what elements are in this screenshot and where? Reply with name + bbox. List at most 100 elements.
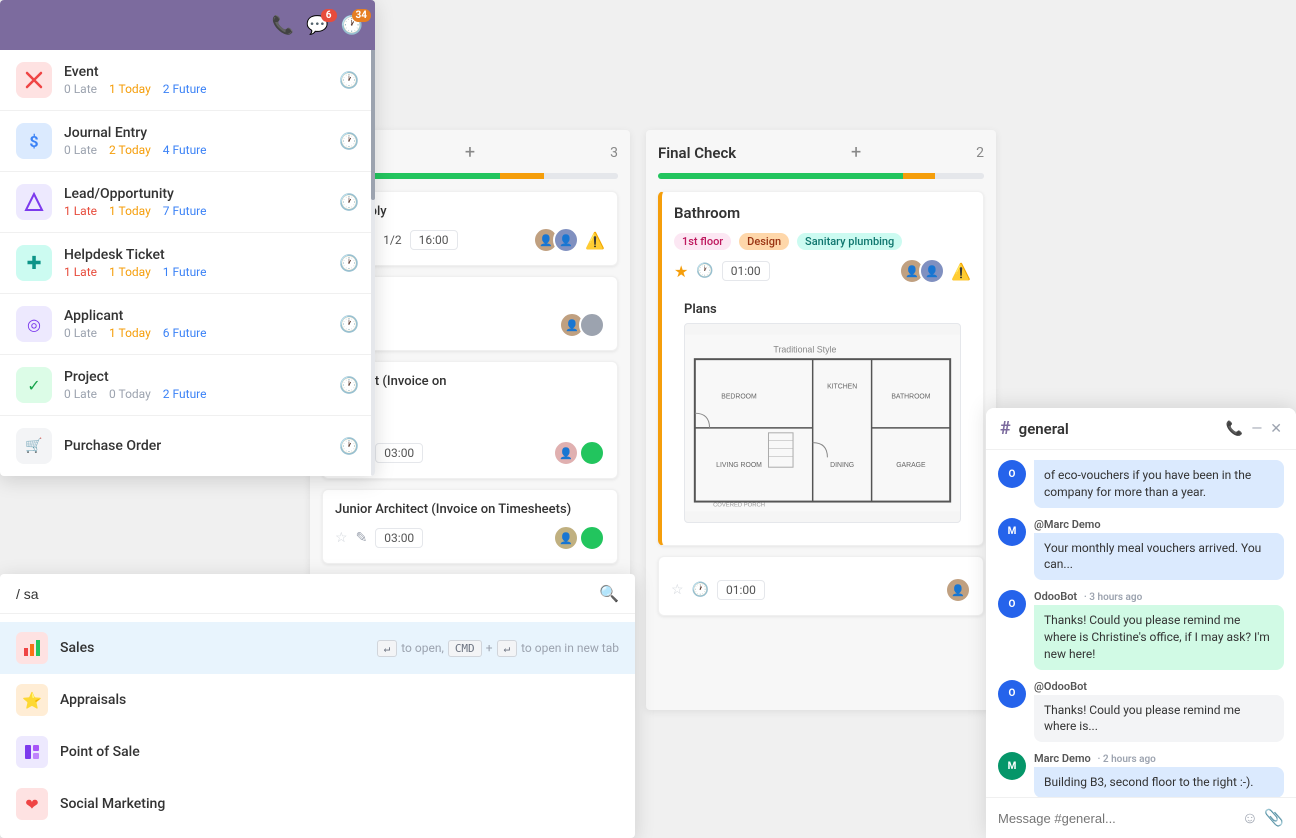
command-result-sales[interactable]: Sales ↵ to open, CMD + ↵ to open in new … [0,622,635,674]
msg1-avatar: O [998,460,1026,488]
command-results: Sales ↵ to open, CMD + ↵ to open in new … [0,614,635,838]
msg5-sender: Marc Demo · 2 hours ago [1034,752,1284,765]
pos-icon [16,736,48,768]
tag-1st-floor: 1st floor [674,233,731,250]
col2-count: 2 [976,145,984,161]
chat-minimize-icon[interactable]: — [1251,421,1262,437]
phone-icon[interactable]: 📞 [272,15,294,36]
chat-msg-3: O OdooBot · 3 hours ago Thanks! Could yo… [998,590,1284,669]
applicant-late: 0 Late [64,326,97,340]
architect1-title: rchitect (Invoice onts) [335,374,605,404]
command-result-appraisals[interactable]: ⭐ Appraisals [0,674,635,726]
floor-plan-section: Plans Traditional Style [674,292,971,533]
clock-badge: 34 [352,9,371,22]
junior-architect-left: ☆ ✎ 03:00 [335,528,423,548]
activity-item-purchase[interactable]: 🛒 Purchase Order 🕐 [0,416,375,476]
plans-star-icon[interactable]: ☆ [671,582,684,598]
col1-add-button[interactable]: + [465,142,475,163]
project-name: Project [64,369,359,385]
kanban-card-bathroom[interactable]: Bathroom 1st floor Design Sanitary plumb… [658,191,984,546]
col2-header: Final Check + 2 [658,142,984,163]
journal-stats: 0 Late 2 Today 4 Future [64,143,359,157]
journal-icon: $ [16,123,52,159]
architect1-right: 👤 [553,440,605,466]
command-result-social[interactable]: ❤ Social Marketing [0,778,635,830]
activity-item-lead[interactable]: Lead/Opportunity 1 Late 1 Today 7 Future… [0,172,375,233]
lead-future: 7 Future [163,204,207,218]
bathroom-left: ★ 🕐 01:00 [674,261,770,281]
purchase-clock-icon[interactable]: 🕐 [339,437,359,456]
attachment-icon[interactable]: 📎 [1264,808,1284,828]
activity-item-journal[interactable]: $ Journal Entry 0 Late 2 Today 4 Future … [0,111,375,172]
cmd-key: CMD [448,640,482,657]
bathroom-right: 👤 👤 ⚠️ [899,258,971,284]
chat-nav-button[interactable]: 💬 6 [306,15,328,36]
helpdesk-clock-icon[interactable]: 🕐 [339,254,359,273]
delivery-avatar-2 [579,312,605,338]
activity-item-applicant[interactable]: ◎ Applicant 0 Late 1 Today 6 Future 🕐 [0,294,375,355]
assembly-title: ssembly [338,204,605,219]
appraisals-label: Appraisals [60,692,619,708]
bathroom-avatar-2: 👤 [919,258,945,284]
chat-header: # general 📞 — ✕ [986,408,1296,450]
project-late: 0 Late [64,387,97,401]
msg4-avatar: O [998,680,1026,708]
col2-progress-rest [935,173,984,179]
msg3-bubble: Thanks! Could you please remind me where… [1034,605,1284,669]
lead-info: Lead/Opportunity 1 Late 1 Today 7 Future [64,186,359,218]
kanban-card-plans[interactable]: ☆ 🕐 01:00 👤 [658,556,984,616]
chat-msg-1: O of eco-vouchers if you have been in th… [998,460,1284,508]
applicant-future: 6 Future [163,326,207,340]
journal-name: Journal Entry [64,125,359,141]
helpdesk-info: Helpdesk Ticket 1 Late 1 Today 1 Future [64,247,359,279]
activity-panel: Event 0 Late 1 Today 2 Future 🕐 $ Journa… [0,0,375,476]
chat-msg-5: M Marc Demo · 2 hours ago Building B3, s… [998,752,1284,797]
lead-clock-icon[interactable]: 🕐 [339,193,359,212]
applicant-info: Applicant 0 Late 1 Today 6 Future [64,308,359,340]
bathroom-clock-icon[interactable]: 🕐 [696,263,713,279]
junior-star-icon[interactable]: ☆ [335,530,348,546]
col2-add-button[interactable]: + [851,142,861,163]
event-stats: 0 Late 1 Today 2 Future [64,82,359,96]
clock-nav-button[interactable]: 🕐 34 [341,15,363,36]
emoji-icon[interactable]: ☺ [1242,808,1258,828]
bathroom-title: Bathroom [674,204,971,222]
svg-text:GARAGE: GARAGE [896,462,926,469]
event-name: Event [64,64,359,80]
assembly-fraction: 1/2 [383,233,401,247]
pos-label: Point of Sale [60,744,619,760]
journal-clock-icon[interactable]: 🕐 [339,132,359,151]
junior-architect-title: Junior Architect (Invoice on Timesheets) [335,502,605,517]
activity-item-project[interactable]: ✓ Project 0 Late 0 Today 2 Future 🕐 [0,355,375,416]
command-input-row: 🔍 [0,574,635,614]
activity-item-helpdesk[interactable]: ✚ Helpdesk Ticket 1 Late 1 Today 1 Futur… [0,233,375,294]
scrollbar[interactable] [371,0,375,476]
command-result-pos[interactable]: Point of Sale [0,726,635,778]
tag-sanitary: Sanitary plumbing [797,233,902,250]
assembly-avatars: 👤 👤 [533,227,579,253]
junior-edit-icon[interactable]: ✎ [356,530,368,546]
helpdesk-today: 1 Today [109,265,151,279]
chat-phone-icon[interactable]: 📞 [1226,421,1243,437]
helpdesk-stats: 1 Late 1 Today 1 Future [64,265,359,279]
applicant-clock-icon[interactable]: 🕐 [339,315,359,334]
col2-progress [658,173,984,179]
assembly-warn-icon: ⚠️ [585,231,605,250]
tag-design: Design [739,233,789,250]
lead-late: 1 Late [64,204,97,218]
kanban-card-junior-architect[interactable]: Junior Architect (Invoice on Timesheets)… [322,489,618,564]
plans-left: ☆ 🕐 01:00 [671,580,765,600]
event-clock-icon[interactable]: 🕐 [339,71,359,90]
project-clock-icon[interactable]: 🕐 [339,376,359,395]
activity-item-event[interactable]: Event 0 Late 1 Today 2 Future 🕐 [0,50,375,111]
col2-progress-yellow [903,173,936,179]
bathroom-star-icon[interactable]: ★ [674,262,688,281]
shortcut-text2: to open in new tab [521,641,619,655]
assembly-actions: 🚩 ⬆ 1/2 16:00 👤 👤 ⚠️ [338,227,605,253]
plans-clock-icon[interactable]: 🕐 [692,582,709,598]
command-input[interactable] [16,586,599,602]
chat-input[interactable] [998,811,1234,826]
chat-input-icons: ☺ 📎 [1242,808,1284,828]
chat-panel: # general 📞 — ✕ O of eco-vouchers if you… [986,408,1296,838]
chat-close-icon[interactable]: ✕ [1270,421,1282,437]
